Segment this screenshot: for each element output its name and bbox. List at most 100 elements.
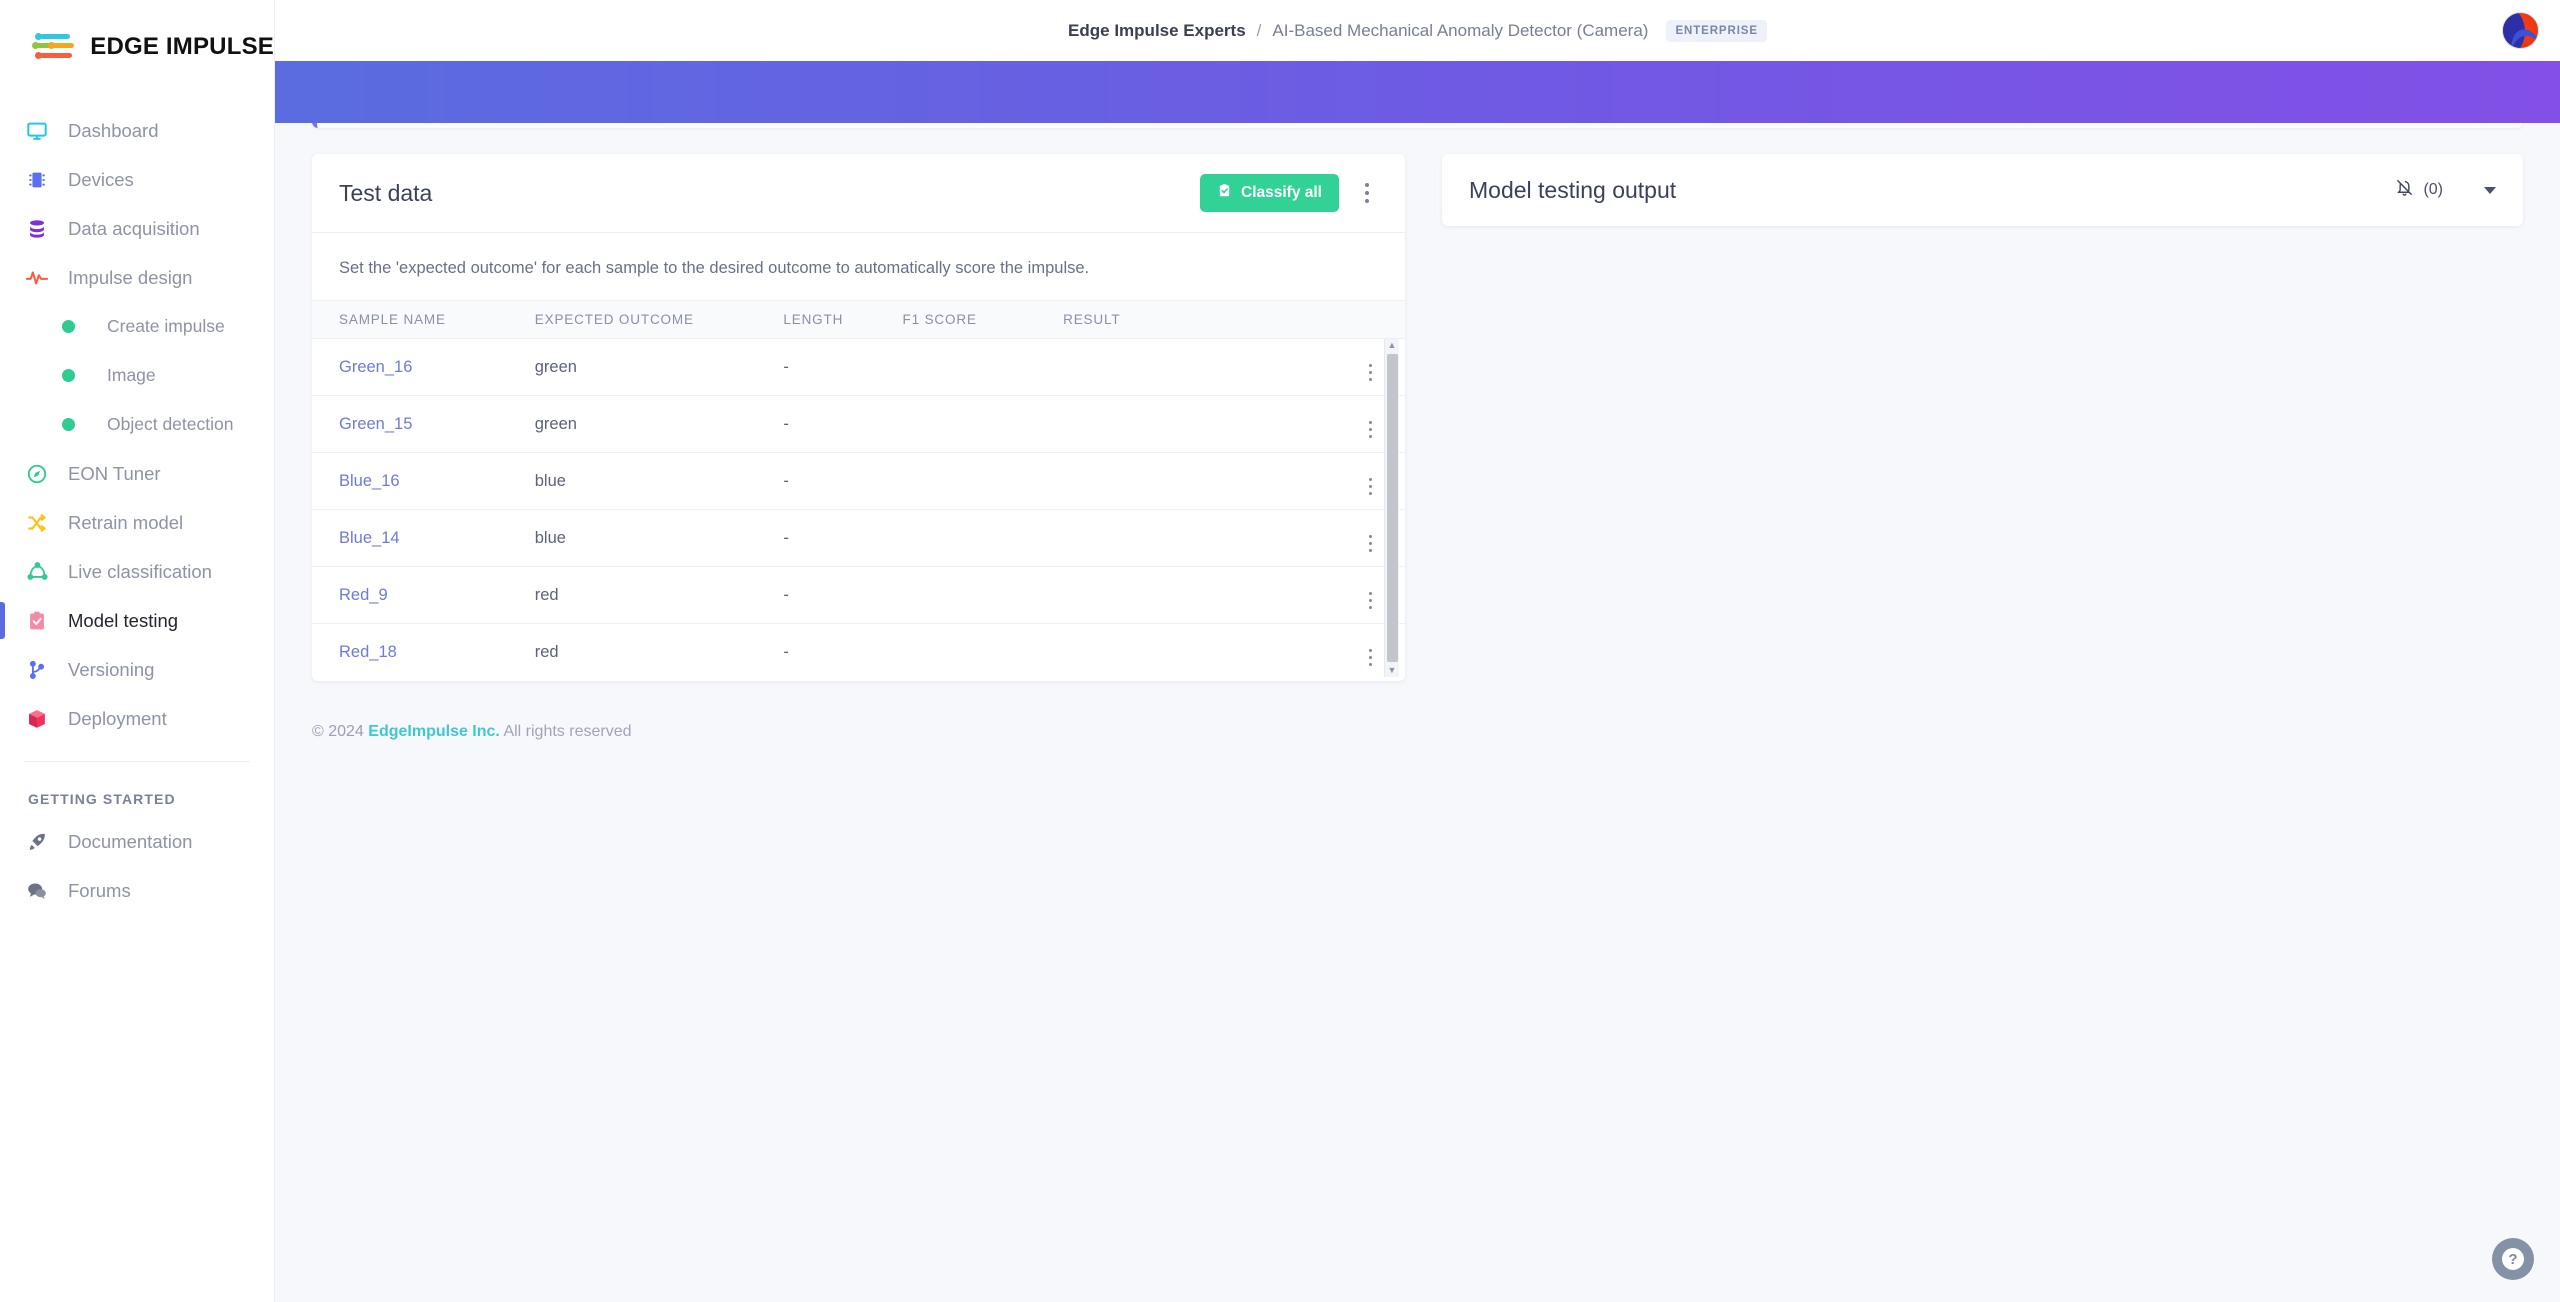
panels-row: Test data: [312, 154, 2523, 681]
sidebar-item-versioning[interactable]: Versioning: [0, 645, 274, 694]
network-icon: [24, 559, 50, 585]
cell-f1-score: [903, 453, 1064, 510]
row-kebab-menu-icon[interactable]: [1369, 535, 1373, 553]
cell-result: [1063, 396, 1322, 453]
cell-expected-outcome[interactable]: green: [535, 339, 784, 396]
sample-link[interactable]: Red_9: [339, 586, 388, 604]
cell-sample-name: Green_16: [312, 339, 535, 396]
sidebar-item-dashboard[interactable]: Dashboard: [0, 106, 274, 155]
table-scrollbar[interactable]: ▲ ▼: [1384, 339, 1399, 677]
cell-expected-outcome[interactable]: red: [535, 624, 784, 681]
chat-icon: [24, 878, 50, 904]
shuffle-icon: [24, 510, 50, 536]
row-kebab-menu-icon[interactable]: [1369, 421, 1373, 439]
table-row[interactable]: Green_16 green -: [312, 339, 1405, 396]
cell-f1-score: [903, 567, 1064, 624]
test-data-description: Set the 'expected outcome' for each samp…: [312, 232, 1405, 300]
cell-result: [1063, 624, 1322, 681]
sidebar-item-label: Forums: [68, 880, 131, 902]
table-header-row: SAMPLE NAME EXPECTED OUTCOME LENGTH F1 S…: [312, 301, 1405, 339]
table-row[interactable]: Red_9 red -: [312, 567, 1405, 624]
table-body: Green_16 green - Green_15: [312, 339, 1405, 681]
avatar[interactable]: [2502, 12, 2539, 49]
column-header-sample-name[interactable]: SAMPLE NAME: [312, 301, 535, 339]
cell-expected-outcome[interactable]: blue: [535, 453, 784, 510]
sidebar-item-image[interactable]: Image: [0, 351, 274, 400]
row-kebab-menu-icon[interactable]: [1369, 649, 1373, 667]
sidebar-item-impulse-design[interactable]: Impulse design: [0, 253, 274, 302]
app-root: EDGE IMPULSE Dashboard: [0, 0, 2560, 1302]
question-mark-icon: ?: [2502, 1248, 2524, 1270]
table-row[interactable]: Blue_16 blue -: [312, 453, 1405, 510]
sidebar: EDGE IMPULSE Dashboard: [0, 0, 275, 1302]
cell-result: [1063, 567, 1322, 624]
clipboard-check-icon: [1217, 183, 1232, 203]
cell-sample-name: Blue_16: [312, 453, 535, 510]
compass-icon: [24, 461, 50, 487]
table-row[interactable]: Green_15 green -: [312, 396, 1405, 453]
column-header-result[interactable]: RESULT: [1063, 301, 1322, 339]
sidebar-item-object-detection[interactable]: Object detection: [0, 400, 274, 449]
sidebar-item-forums[interactable]: Forums: [0, 866, 274, 915]
sidebar-item-devices[interactable]: Devices: [0, 155, 274, 204]
sidebar-item-label: EON Tuner: [68, 463, 161, 485]
cell-result: [1063, 510, 1322, 567]
scroll-down-icon[interactable]: ▼: [1388, 664, 1397, 677]
table-row[interactable]: Red_18 red -: [312, 624, 1405, 681]
cell-result: [1063, 453, 1322, 510]
classify-all-button[interactable]: Classify all: [1200, 174, 1339, 212]
sidebar-item-label: Impulse design: [68, 267, 192, 289]
footer-company[interactable]: EdgeImpulse Inc.: [368, 723, 500, 740]
logo[interactable]: EDGE IMPULSE: [0, 0, 274, 93]
sidebar-nav: Dashboard Devices: [0, 93, 274, 915]
cell-sample-name: Red_9: [312, 567, 535, 624]
cell-length: -: [783, 339, 902, 396]
column-header-length[interactable]: LENGTH: [783, 301, 902, 339]
sidebar-item-retrain-model[interactable]: Retrain model: [0, 498, 274, 547]
sidebar-item-documentation[interactable]: Documentation: [0, 817, 274, 866]
scroll-up-icon[interactable]: ▲: [1388, 339, 1397, 352]
status-dot-icon: [62, 369, 75, 382]
edge-impulse-logo-icon: [32, 32, 79, 62]
cell-length: -: [783, 567, 902, 624]
sidebar-item-label: Documentation: [68, 831, 192, 853]
sidebar-item-create-impulse[interactable]: Create impulse: [0, 302, 274, 351]
sample-link[interactable]: Blue_16: [339, 472, 400, 490]
sidebar-section-title: GETTING STARTED: [0, 762, 274, 817]
row-kebab-menu-icon[interactable]: [1369, 364, 1373, 382]
caret-down-icon[interactable]: [2484, 187, 2496, 194]
help-button[interactable]: ?: [2492, 1238, 2534, 1280]
sidebar-item-eon-tuner[interactable]: EON Tuner: [0, 449, 274, 498]
cell-expected-outcome[interactable]: green: [535, 396, 784, 453]
breadcrumb-org[interactable]: Edge Impulse Experts: [1068, 21, 1246, 41]
sample-link[interactable]: Blue_14: [339, 529, 400, 547]
cell-expected-outcome[interactable]: red: [535, 567, 784, 624]
test-data-panel: Test data: [312, 154, 1405, 681]
sidebar-item-label: Dashboard: [68, 120, 159, 142]
kebab-menu-icon[interactable]: [1356, 178, 1378, 208]
footer-copyright: © 2024: [312, 723, 364, 740]
row-kebab-menu-icon[interactable]: [1369, 478, 1373, 496]
sidebar-item-model-testing[interactable]: Model testing: [0, 596, 274, 645]
bell-slash-icon: [2395, 178, 2414, 202]
table-row[interactable]: Blue_14 blue -: [312, 510, 1405, 567]
cell-sample-name: Green_15: [312, 396, 535, 453]
sample-link[interactable]: Red_18: [339, 643, 397, 661]
row-kebab-menu-icon[interactable]: [1369, 592, 1373, 610]
sidebar-item-deployment[interactable]: Deployment: [0, 694, 274, 743]
sample-link[interactable]: Green_15: [339, 415, 412, 433]
sidebar-item-label: Devices: [68, 169, 134, 191]
notification-status[interactable]: (0): [2395, 178, 2443, 202]
column-header-expected-outcome[interactable]: EXPECTED OUTCOME: [535, 301, 784, 339]
sample-link[interactable]: Green_16: [339, 358, 412, 376]
sidebar-item-data-acquisition[interactable]: Data acquisition: [0, 204, 274, 253]
test-data-table-wrapper: SAMPLE NAME EXPECTED OUTCOME LENGTH F1 S…: [312, 300, 1405, 681]
column-header-f1-score[interactable]: F1 SCORE: [903, 301, 1064, 339]
notification-count: (0): [2423, 181, 2443, 199]
scrollbar-thumb[interactable]: [1387, 354, 1398, 662]
sidebar-item-label: Live classification: [68, 561, 212, 583]
cell-expected-outcome[interactable]: blue: [535, 510, 784, 567]
sidebar-item-live-classification[interactable]: Live classification: [0, 547, 274, 596]
breadcrumb-project[interactable]: AI-Based Mechanical Anomaly Detector (Ca…: [1272, 21, 1648, 41]
sidebar-item-label: Deployment: [68, 708, 167, 730]
